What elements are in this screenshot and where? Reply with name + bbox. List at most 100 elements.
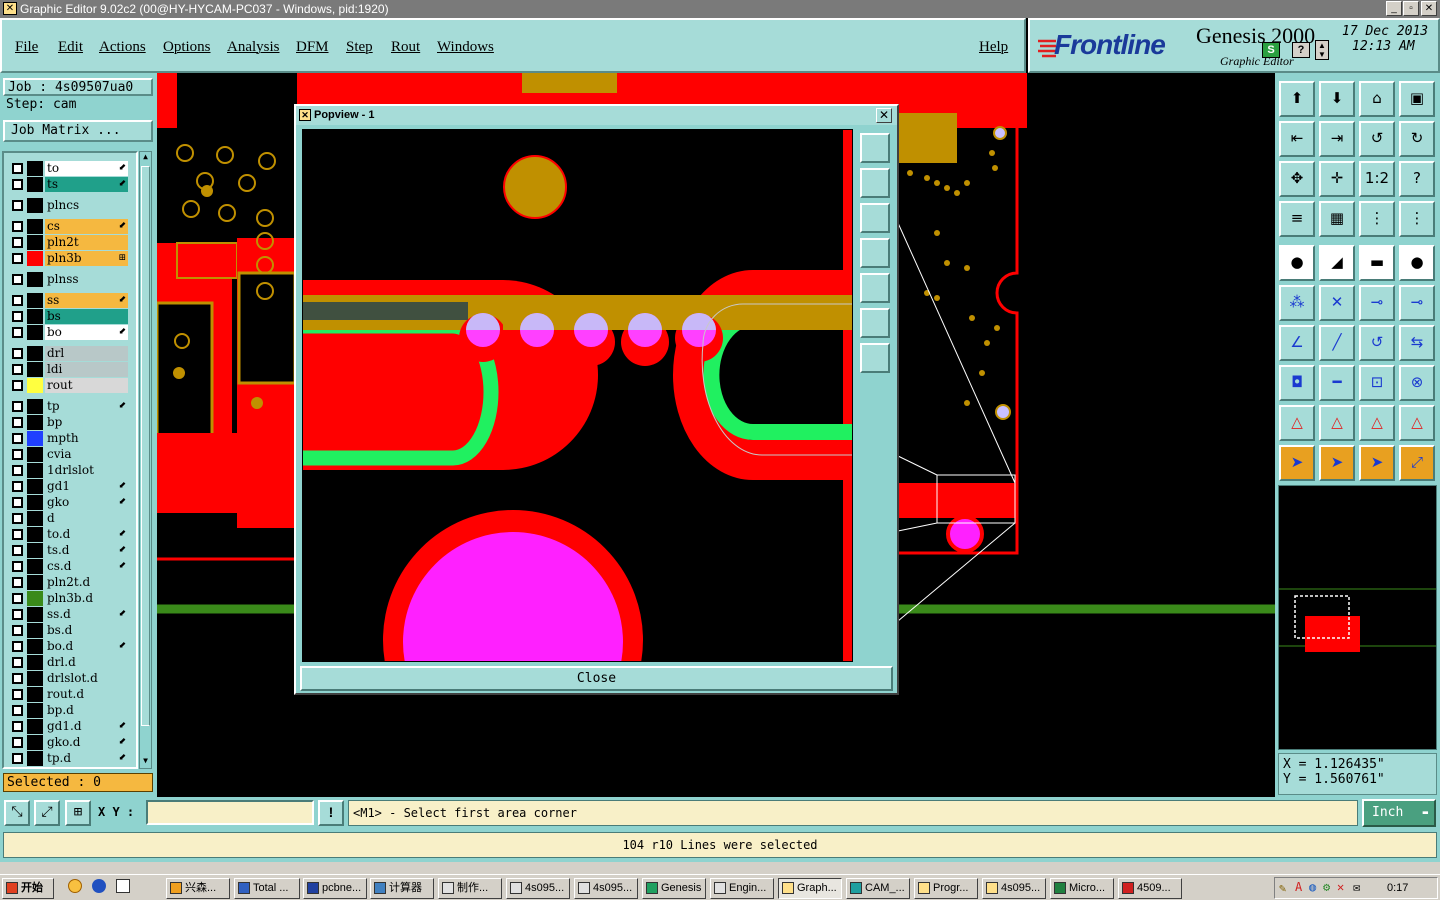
taskbar-item[interactable]: Graph... [778, 878, 842, 899]
menu-help[interactable]: Help [979, 39, 1008, 56]
menu-edit[interactable]: Edit [58, 39, 83, 56]
taskbar-item[interactable]: Genesis [642, 878, 706, 899]
layer-color-swatch[interactable] [27, 198, 43, 213]
layer-checkbox[interactable] [12, 609, 23, 620]
layer-checkbox[interactable] [12, 481, 23, 492]
layer-color-swatch[interactable] [27, 177, 43, 192]
tool-export-icon[interactable]: ⬇ [1319, 81, 1355, 117]
layer-name[interactable]: ts ⬋ [45, 177, 128, 192]
layer-checkbox[interactable] [12, 705, 23, 716]
layer-row-rout[interactable]: rout [10, 378, 128, 393]
menu-rout[interactable]: Rout [391, 39, 420, 56]
layer-row-ts[interactable]: ts ⬋ [10, 177, 128, 192]
layer-row-bp-d[interactable]: bp.d [10, 703, 128, 718]
menu-windows[interactable]: Windows [437, 39, 494, 56]
layer-checkbox[interactable] [12, 545, 23, 556]
tool-slash-icon[interactable]: ╱ [1319, 325, 1355, 361]
start-button[interactable]: 开始 [2, 878, 54, 899]
tool-filter-icon[interactable]: ≡ [1279, 201, 1315, 237]
taskbar-item[interactable]: Micro... [1050, 878, 1114, 899]
quicklaunch-ie-icon[interactable] [92, 879, 106, 893]
tool-zoom-center-icon[interactable]: ✛ [1319, 161, 1355, 197]
tool-node-connect-icon[interactable]: ⁂ [1279, 285, 1315, 321]
layer-color-swatch[interactable] [27, 309, 43, 324]
layer-color-swatch[interactable] [27, 447, 43, 462]
layer-color-swatch[interactable] [27, 325, 43, 340]
layer-row-1drlslot[interactable]: 1drlslot [10, 463, 128, 478]
alert-icon[interactable]: ! [318, 800, 344, 826]
grid-icon[interactable]: ⊞ [65, 800, 91, 826]
layer-name[interactable]: plncs [45, 198, 128, 213]
layer-name[interactable]: rout [45, 378, 128, 393]
layer-row-tp-d[interactable]: tp.d ⬋ [10, 751, 128, 766]
layer-row-to-d[interactable]: to.d ⬋ [10, 527, 128, 542]
layer-name[interactable]: drlslot.d [45, 671, 128, 686]
layer-row-d[interactable]: d [10, 511, 128, 526]
scroll-up-arrow-icon[interactable]: ▲ [140, 152, 151, 164]
layer-name[interactable]: cvia [45, 447, 128, 462]
layer-row-drl-d[interactable]: drl.d [10, 655, 128, 670]
layer-checkbox[interactable] [12, 348, 23, 359]
layer-color-swatch[interactable] [27, 655, 43, 670]
layer-checkbox[interactable] [12, 577, 23, 588]
layer-row-gko[interactable]: gko ⬋ [10, 495, 128, 510]
tray-pen-icon[interactable]: ✎ [1279, 881, 1286, 895]
layer-color-swatch[interactable] [27, 751, 43, 766]
layer-color-swatch[interactable] [27, 527, 43, 542]
tray-a-icon[interactable]: A [1295, 880, 1302, 894]
layer-color-swatch[interactable] [27, 511, 43, 526]
popview-close-button[interactable]: Close [300, 666, 893, 691]
popview-tool-5-icon[interactable] [860, 273, 890, 303]
layer-row-gko-d[interactable]: gko.d ⬋ [10, 735, 128, 750]
tray-mail-icon[interactable]: ✉ [1353, 880, 1360, 894]
layer-checkbox[interactable] [12, 200, 23, 211]
layer-name[interactable]: d [45, 511, 128, 526]
layer-row-mpth[interactable]: mpth [10, 431, 128, 446]
layer-color-swatch[interactable] [27, 251, 43, 266]
layer-row-bo[interactable]: bo ⬋ [10, 325, 128, 340]
layer-name[interactable]: gd1 ⬋ [45, 479, 128, 494]
layer-row-ss[interactable]: ss ⬋ [10, 293, 128, 308]
quicklaunch-clock-icon[interactable] [68, 879, 82, 893]
layer-name[interactable]: plnss [45, 272, 128, 287]
taskbar-item[interactable]: 4509... [1118, 878, 1182, 899]
taskbar-item[interactable]: 兴森... [166, 878, 230, 899]
layer-row-plnss[interactable]: plnss [10, 272, 128, 287]
taskbar-item[interactable]: 计算器 [370, 878, 434, 899]
taskbar-item[interactable]: Progr... [914, 878, 978, 899]
layer-color-swatch[interactable] [27, 378, 43, 393]
tool-triangle-d-icon[interactable]: △ [1399, 405, 1435, 441]
layer-checkbox[interactable] [12, 737, 23, 748]
layer-color-swatch[interactable] [27, 671, 43, 686]
taskbar-item[interactable]: CAM_... [846, 878, 910, 899]
layer-color-swatch[interactable] [27, 623, 43, 638]
layer-name[interactable]: pln3b.d [45, 591, 128, 606]
layer-checkbox[interactable] [12, 401, 23, 412]
taskbar-item[interactable]: Total ... [234, 878, 300, 899]
tool-step-in-icon[interactable]: ⇥ [1319, 121, 1355, 157]
layer-name[interactable]: pln3b ⊞ [45, 251, 128, 266]
tool-ruler-icon[interactable]: ▬ [1359, 245, 1395, 281]
layer-checkbox[interactable] [12, 163, 23, 174]
layer-checkbox[interactable] [12, 561, 23, 572]
layer-row-drl[interactable]: drl [10, 346, 128, 361]
tray-gear-icon[interactable]: ⚙ [1323, 880, 1330, 894]
layer-checkbox[interactable] [12, 689, 23, 700]
tool-query-icon[interactable]: ? [1399, 161, 1435, 197]
popview-tool-2-icon[interactable] [860, 168, 890, 198]
layer-row-bs-d[interactable]: bs.d [10, 623, 128, 638]
tool-select-arrow-icon[interactable]: ➤ [1279, 445, 1315, 481]
layer-row-tp[interactable]: tp ⬋ [10, 399, 128, 414]
layer-row-cs[interactable]: cs ⬋ [10, 219, 128, 234]
layer-row-to[interactable]: to ⬋ [10, 161, 128, 176]
tool-import-icon[interactable]: ⇤ [1279, 121, 1315, 157]
tool-triangle-b-icon[interactable]: △ [1319, 405, 1355, 441]
layer-checkbox[interactable] [12, 274, 23, 285]
scroll-thumb[interactable] [141, 166, 150, 726]
layer-color-swatch[interactable] [27, 703, 43, 718]
tool-house-icon[interactable]: ⌂ [1359, 81, 1395, 117]
layer-name[interactable]: gko ⬋ [45, 495, 128, 510]
tray-x-icon[interactable]: ✕ [1337, 880, 1344, 894]
layer-checkbox[interactable] [12, 497, 23, 508]
spin-arrows-icon[interactable]: ▲ ▼ [1315, 40, 1329, 60]
